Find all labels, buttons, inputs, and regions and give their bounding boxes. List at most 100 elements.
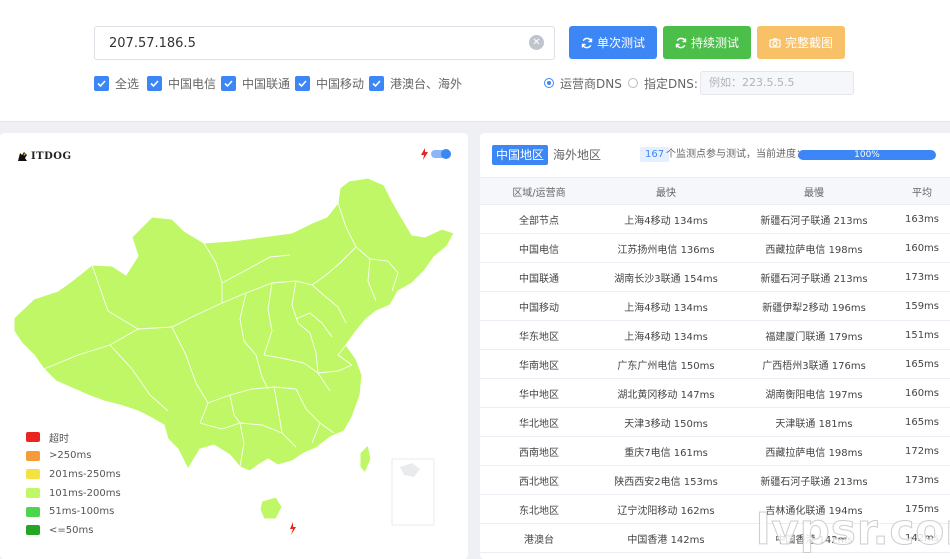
header-fastest: 最快 bbox=[656, 187, 676, 199]
checkbox-checked-icon[interactable] bbox=[147, 75, 162, 91]
cell-fastest: 上海4移动 134ms bbox=[624, 302, 708, 314]
legend-swatch bbox=[26, 506, 40, 517]
filter-telecom[interactable]: 中国电信 bbox=[147, 74, 216, 92]
cell-fastest: 上海4移动 134ms bbox=[624, 215, 708, 227]
cell-region: 中国联通 bbox=[519, 273, 559, 285]
filter-label: 全选 bbox=[115, 76, 140, 91]
cell-fastest: 中国香港 142ms bbox=[627, 534, 705, 546]
header-region: 区域/运营商 bbox=[512, 187, 566, 199]
checkbox-checked-icon[interactable] bbox=[94, 75, 109, 91]
cell-average: 173ms bbox=[904, 474, 940, 486]
animation-toggle[interactable] bbox=[431, 149, 451, 159]
node-count-badge: 167 bbox=[640, 147, 670, 162]
results-table: 区域/运营商 最快 最慢 平均 全部节点 上海4移动 134ms 新疆石河子联通 2… bbox=[480, 177, 950, 553]
continuous-test-button[interactable]: 持续测试 bbox=[663, 26, 751, 59]
cell-average: 142ms bbox=[904, 532, 940, 544]
test-toolbar: ✕ 单次测试 持续测试 完整截图 全选 中国电信 中国联通 中国移动 港澳台、海… bbox=[0, 0, 950, 122]
cell-slowest: 新疆石河子联通 213ms bbox=[760, 273, 868, 285]
cell-region: 华东地区 bbox=[519, 331, 559, 343]
cell-region: 中国移动 bbox=[519, 302, 559, 314]
clear-icon[interactable]: ✕ bbox=[529, 35, 544, 50]
cell-fastest: 江苏扬州电信 136ms bbox=[617, 244, 715, 256]
legend-item: >250ms bbox=[26, 447, 121, 466]
filter-mobile[interactable]: 中国移动 bbox=[295, 74, 364, 92]
checkbox-checked-icon[interactable] bbox=[221, 75, 236, 91]
legend-item: <=50ms bbox=[26, 521, 121, 540]
cell-average: 151ms bbox=[904, 329, 940, 341]
legend-swatch bbox=[26, 432, 40, 443]
radio-unselected-icon[interactable] bbox=[628, 78, 638, 88]
legend-label: 101ms-200ms bbox=[49, 487, 121, 499]
dns-carrier-radio[interactable]: 运营商DNS bbox=[544, 74, 622, 92]
table-row: 中国移动 上海4移动 134ms 新疆伊犁2移动 196ms 159ms bbox=[480, 292, 950, 321]
dns-custom-radio[interactable]: 指定DNS: bbox=[628, 74, 698, 92]
legend-item: 超时 bbox=[26, 428, 121, 447]
table-row: 港澳台 中国香港 142ms 中国香港 142ms 142ms bbox=[480, 524, 950, 553]
cell-region: 港澳台 bbox=[524, 534, 554, 546]
cell-fastest: 上海4移动 134ms bbox=[624, 331, 708, 343]
host-input[interactable] bbox=[94, 26, 555, 60]
legend-label: 201ms-250ms bbox=[49, 468, 121, 480]
legend-label: >250ms bbox=[49, 450, 92, 462]
table-row: 全部节点 上海4移动 134ms 新疆石河子联通 213ms 163ms bbox=[480, 205, 950, 234]
tab-overseas[interactable]: 海外地区 bbox=[549, 145, 605, 165]
cell-average: 175ms bbox=[904, 503, 940, 515]
radio-selected-icon[interactable] bbox=[544, 78, 554, 88]
header-slowest: 最慢 bbox=[804, 187, 824, 199]
filter-select-all[interactable]: 全选 bbox=[94, 74, 139, 92]
node-count-text: 个监测点参与测试，当前进度： bbox=[666, 149, 806, 160]
cell-average: 172ms bbox=[904, 445, 940, 457]
refresh-icon bbox=[675, 37, 687, 48]
cell-slowest: 福建厦门联通 179ms bbox=[765, 331, 863, 343]
cell-slowest: 湖南衡阳电信 197ms bbox=[765, 389, 863, 401]
hainan-region bbox=[259, 496, 283, 520]
table-row: 华北地区 天津3移动 150ms 天津联通 181ms 165ms bbox=[480, 408, 950, 437]
cell-region: 西南地区 bbox=[519, 447, 559, 459]
header-average: 平均 bbox=[912, 187, 932, 199]
latency-map-card: ITDOG 超时 >250ms 201ms-250ms 101ms-200ms … bbox=[0, 133, 468, 559]
table-row: 东北地区 辽宁沈阳移动 162ms 吉林通化联通 194ms 175ms bbox=[480, 495, 950, 524]
checkbox-checked-icon[interactable] bbox=[295, 75, 310, 91]
cell-average: 160ms bbox=[904, 242, 940, 254]
cell-slowest: 广西梧州3联通 176ms bbox=[762, 360, 866, 372]
cell-fastest: 广东广州电信 150ms bbox=[617, 360, 715, 372]
table-row: 华南地区 广东广州电信 150ms 广西梧州3联通 176ms 165ms bbox=[480, 350, 950, 379]
checkbox-checked-icon[interactable] bbox=[369, 75, 384, 91]
cell-average: 173ms bbox=[904, 271, 940, 283]
cell-fastest: 天津3移动 150ms bbox=[624, 418, 708, 430]
cell-slowest: 吉林通化联通 194ms bbox=[765, 505, 863, 517]
cell-region: 西北地区 bbox=[519, 476, 559, 488]
cell-slowest: 西藏拉萨电信 198ms bbox=[765, 447, 863, 459]
screenshot-button[interactable]: 完整截图 bbox=[757, 26, 845, 59]
dns-input[interactable]: 例如：223.5.5.5 bbox=[700, 71, 854, 95]
dns-carrier-label: 运营商DNS bbox=[560, 76, 622, 91]
cell-fastest: 陕西西安2电信 153ms bbox=[614, 476, 718, 488]
legend-swatch bbox=[26, 525, 40, 536]
continuous-test-label: 持续测试 bbox=[690, 36, 739, 50]
cell-slowest: 新疆伊犁2移动 196ms bbox=[762, 302, 866, 314]
legend-swatch bbox=[26, 488, 40, 499]
latency-legend: 超时 >250ms 201ms-250ms 101ms-200ms 51ms-1… bbox=[26, 428, 121, 540]
cell-region: 华中地区 bbox=[519, 389, 559, 401]
single-test-button[interactable]: 单次测试 bbox=[569, 26, 657, 59]
cell-region: 中国电信 bbox=[519, 244, 559, 256]
marker-bolt-icon bbox=[290, 522, 296, 535]
cell-slowest: 新疆石河子联通 213ms bbox=[760, 476, 868, 488]
cell-fastest: 湖北黄冈移动 147ms bbox=[617, 389, 715, 401]
filter-unicom[interactable]: 中国联通 bbox=[221, 74, 290, 92]
camera-icon bbox=[769, 37, 781, 48]
cell-average: 160ms bbox=[904, 387, 940, 399]
cell-fastest: 重庆7电信 161ms bbox=[624, 447, 708, 459]
cell-region: 华南地区 bbox=[519, 360, 559, 372]
legend-item: 101ms-200ms bbox=[26, 484, 121, 503]
cell-fastest: 湖南长沙3联通 154ms bbox=[614, 273, 718, 285]
single-test-label: 单次测试 bbox=[596, 36, 645, 50]
table-row: 中国电信 江苏扬州电信 136ms 西藏拉萨电信 198ms 160ms bbox=[480, 234, 950, 263]
logo-text: ITDOG bbox=[31, 151, 72, 162]
cell-region: 全部节点 bbox=[519, 215, 559, 227]
legend-item: 51ms-100ms bbox=[26, 502, 121, 521]
tab-china[interactable]: 中国地区 bbox=[492, 145, 549, 165]
filter-label: 中国移动 bbox=[316, 76, 365, 91]
filter-overseas[interactable]: 港澳台、海外 bbox=[369, 74, 462, 92]
table-row: 华东地区 上海4移动 134ms 福建厦门联通 179ms 151ms bbox=[480, 321, 950, 350]
